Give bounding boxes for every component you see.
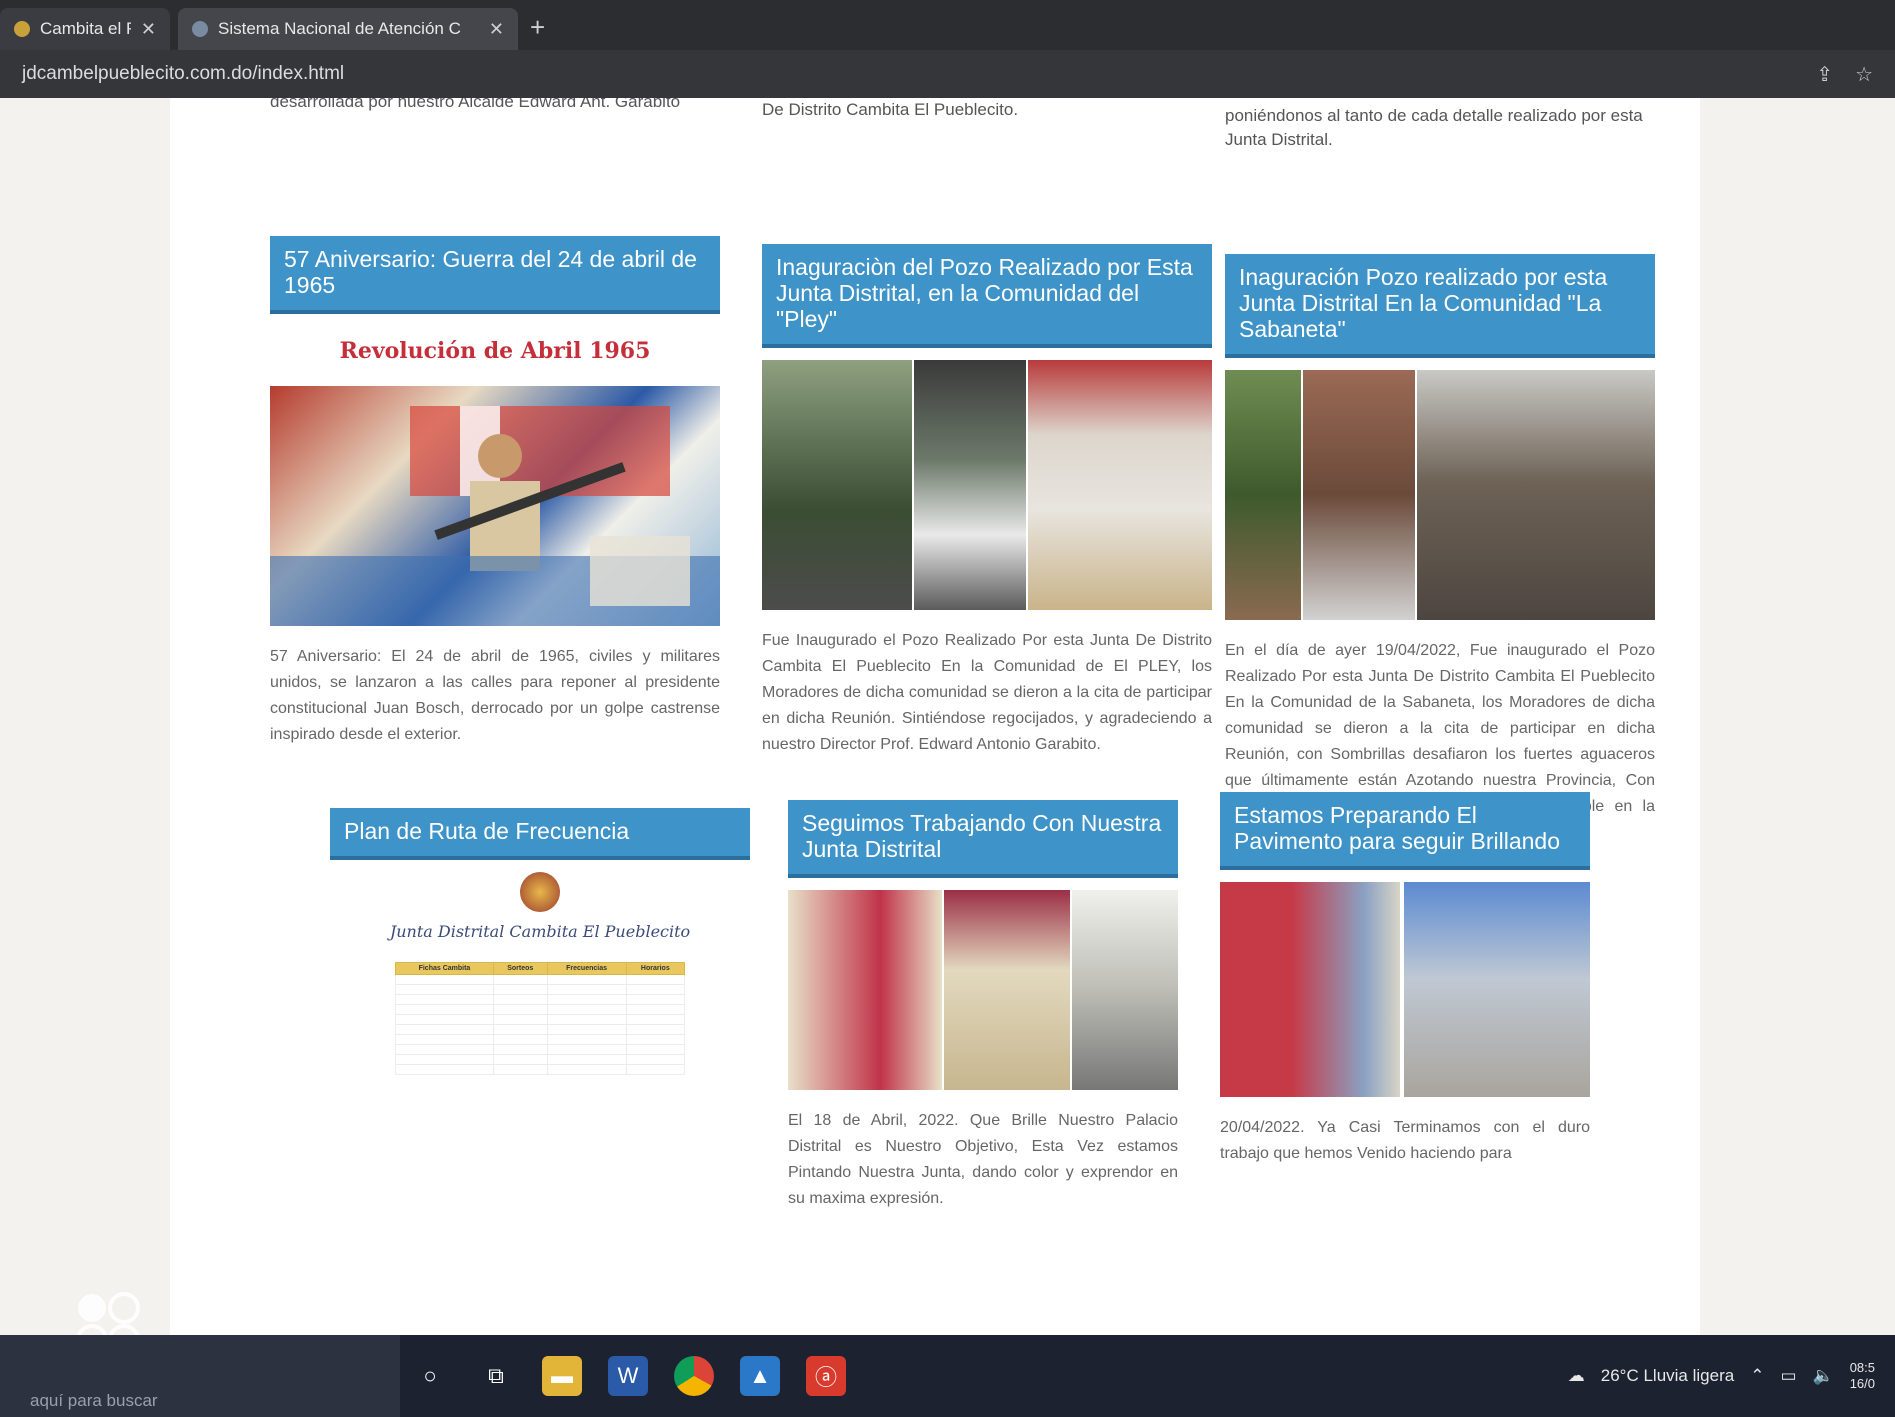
word-icon[interactable]: W bbox=[608, 1356, 648, 1396]
clock[interactable]: 08:5 16/0 bbox=[1850, 1360, 1875, 1392]
card-text: 20/04/2022. Ya Casi Terminamos con el du… bbox=[1220, 1119, 1590, 1162]
system-tray: ☁ 26°C Lluvia ligera ⌃ ▭ 🔈 08:5 16/0 bbox=[1568, 1335, 1875, 1417]
revolucion-heading: Revolución de Abril 1965 bbox=[339, 338, 651, 364]
network-icon[interactable]: ▭ bbox=[1780, 1366, 1796, 1386]
mural-illustration bbox=[270, 406, 720, 626]
tab-favicon-icon bbox=[192, 21, 208, 37]
table-header: Horarios bbox=[625, 962, 686, 975]
chrome-icon[interactable] bbox=[674, 1356, 714, 1396]
card-title[interactable]: Inaguración Pozo realizado por esta Junt… bbox=[1225, 254, 1655, 358]
card-title[interactable]: Estamos Preparando El Pavimento para seg… bbox=[1220, 792, 1590, 870]
top-snippet: poniéndonos al tanto de cada detalle rea… bbox=[1225, 106, 1643, 149]
photo bbox=[1303, 370, 1415, 620]
card-title[interactable]: Seguimos Trabajando Con Nuestra Junta Di… bbox=[788, 800, 1178, 878]
photo bbox=[944, 890, 1070, 1090]
card-text: Fue Inaugurado el Pozo Realizado Por est… bbox=[762, 632, 1212, 753]
cortana-icon[interactable]: ○ bbox=[410, 1356, 450, 1396]
media-app-icon[interactable]: ▲ bbox=[740, 1356, 780, 1396]
photo bbox=[1417, 370, 1655, 620]
file-explorer-icon[interactable]: ▬ bbox=[542, 1356, 582, 1396]
taskbar-apps: ○ ⧉ ▬ W ▲ ⓐ bbox=[410, 1335, 846, 1417]
junta-seal-icon bbox=[520, 872, 560, 912]
page-content: desarrollada por nuestro Alcalde Edward … bbox=[170, 98, 1700, 1335]
pdf-reader-icon[interactable]: ⓐ bbox=[806, 1356, 846, 1396]
card-photo-collage[interactable] bbox=[788, 890, 1178, 1090]
photo bbox=[914, 360, 1026, 610]
windows-taskbar: aquí para buscar ○ ⧉ ▬ W ▲ ⓐ ☁ 26°C Lluv… bbox=[0, 1335, 1895, 1417]
top-snippet: desarrollada por nuestro Alcalde Edward … bbox=[270, 98, 681, 111]
card-text: El 18 de Abril, 2022. Que Brille Nuestro… bbox=[788, 1112, 1178, 1207]
signature-image bbox=[330, 1223, 750, 1236]
bookmark-star-icon[interactable]: ☆ bbox=[1855, 62, 1873, 87]
address-bar[interactable]: jdcambelpueblecito.com.do/index.html ⇪ ☆ bbox=[0, 50, 1895, 98]
doc-org-name: Junta Distrital Cambita El Pueblecito bbox=[389, 922, 691, 941]
clock-time: 08:5 bbox=[1849, 1360, 1875, 1375]
card-title[interactable]: 57 Aniversario: Guerra del 24 de abril d… bbox=[270, 236, 720, 314]
card-title[interactable]: Plan de Ruta de Frecuencia bbox=[330, 808, 750, 860]
route-plan-document[interactable]: Junta Distrital Cambita El Pueblecito Fi… bbox=[330, 872, 750, 1242]
url-text[interactable]: jdcambelpueblecito.com.do/index.html bbox=[22, 63, 1794, 85]
tab-title: Cambita el Pue bbox=[40, 19, 131, 38]
weather-text[interactable]: 26°C Lluvia ligera bbox=[1601, 1366, 1734, 1386]
weather-icon[interactable]: ☁ bbox=[1568, 1366, 1585, 1386]
photo bbox=[788, 890, 942, 1090]
route-table: Fichas Cambita Sorteos Frecuencias Horar… bbox=[395, 962, 686, 1075]
photo bbox=[1225, 370, 1301, 620]
task-view-icon[interactable]: ⧉ bbox=[476, 1356, 516, 1396]
news-card: Estamos Preparando El Pavimento para seg… bbox=[1220, 792, 1590, 1167]
clock-date: 16/0 bbox=[1849, 1376, 1875, 1391]
card-title[interactable]: Inaguraciòn del Pozo Realizado por Esta … bbox=[762, 244, 1212, 348]
web-page: desarrollada por nuestro Alcalde Edward … bbox=[0, 98, 1895, 1335]
news-card: Inaguración Pozo realizado por esta Junt… bbox=[1225, 254, 1655, 846]
card-text: 57 Aniversario: El 24 de abril de 1965, … bbox=[270, 648, 720, 743]
table-header: Fichas Cambita bbox=[395, 962, 494, 975]
card-photo-collage[interactable] bbox=[762, 360, 1212, 610]
close-icon[interactable]: ✕ bbox=[489, 19, 504, 40]
photo bbox=[762, 360, 912, 610]
news-card: Plan de Ruta de Frecuencia Junta Distrit… bbox=[330, 808, 750, 1242]
volume-icon[interactable]: 🔈 bbox=[1813, 1366, 1834, 1386]
tab-favicon-icon bbox=[14, 21, 30, 37]
photo bbox=[1072, 890, 1178, 1090]
news-card: Seguimos Trabajando Con Nuestra Junta Di… bbox=[788, 800, 1178, 1212]
photo bbox=[1220, 882, 1400, 1097]
card-photo-collage[interactable] bbox=[1225, 370, 1655, 620]
watermark-line: REDMI NOTE 9 bbox=[170, 1289, 394, 1320]
share-icon[interactable]: ⇪ bbox=[1816, 62, 1833, 87]
doc-fine-print bbox=[330, 945, 750, 952]
photo bbox=[1028, 360, 1212, 610]
card-photo-collage[interactable] bbox=[1220, 882, 1590, 1097]
browser-tab-bar: Cambita el Pue ✕ Sistema Nacional de Ate… bbox=[0, 0, 1895, 50]
news-card: Inaguraciòn del Pozo Realizado por Esta … bbox=[762, 244, 1212, 758]
browser-tab-sistema[interactable]: Sistema Nacional de Atención C ✕ bbox=[178, 8, 518, 50]
close-icon[interactable]: ✕ bbox=[141, 19, 156, 40]
news-card: 57 Aniversario: Guerra del 24 de abril d… bbox=[270, 236, 720, 748]
table-header: Frecuencias bbox=[546, 962, 627, 975]
browser-tab-cambita[interactable]: Cambita el Pue ✕ bbox=[0, 8, 170, 50]
top-snippet: De Distrito Cambita El Pueblecito. bbox=[762, 100, 1019, 119]
revolucion-mural-image[interactable] bbox=[270, 386, 720, 626]
photo bbox=[1404, 882, 1590, 1097]
table-header: Sorteos bbox=[492, 962, 548, 975]
taskbar-search-input[interactable]: aquí para buscar bbox=[0, 1335, 400, 1417]
chevron-up-icon[interactable]: ⌃ bbox=[1750, 1366, 1764, 1386]
tab-title: Sistema Nacional de Atención C bbox=[218, 19, 461, 38]
new-tab-icon[interactable]: + bbox=[530, 12, 545, 43]
